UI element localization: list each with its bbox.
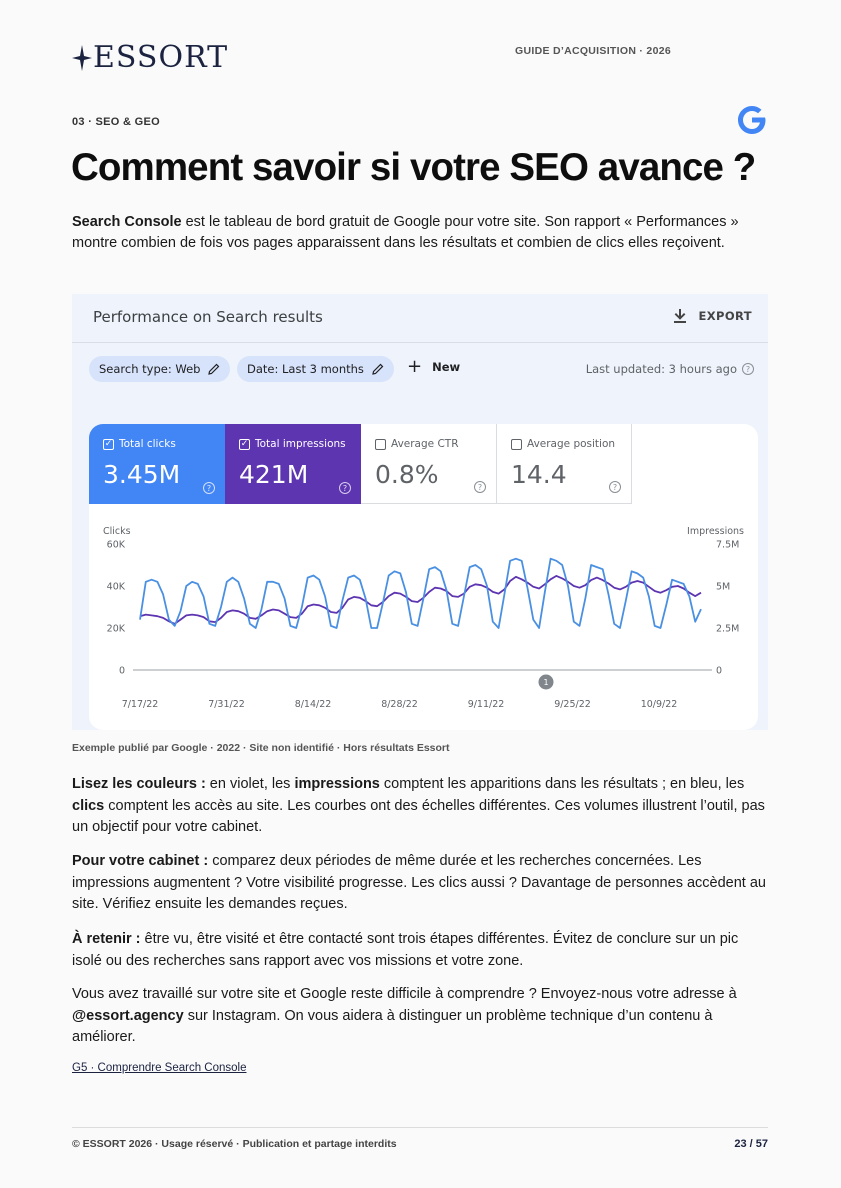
bold-text: clics <box>72 797 105 814</box>
help-icon[interactable]: ? <box>203 482 215 494</box>
metric-total-clicks[interactable]: ✓ Total clicks 3.45M ? <box>89 424 225 504</box>
body-text: comptent les apparitions dans les résult… <box>379 776 745 792</box>
body-text: être vu, être visité et être contacté so… <box>72 931 739 969</box>
right-tick-label: 0 <box>716 666 722 677</box>
help-icon[interactable]: ? <box>474 481 486 493</box>
bold-text: À retenir : <box>72 931 141 947</box>
last-updated: Last updated: 3 hours ago ? <box>586 362 754 376</box>
pencil-icon <box>208 363 220 375</box>
bold-text: Pour votre cabinet : <box>72 853 209 869</box>
intro-paragraph: Search Console est le tableau de bord gr… <box>72 212 772 254</box>
body-text: Vous avez travaillé sur votre site et Go… <box>72 986 737 1002</box>
gsc-title: Performance on Search results <box>93 308 323 326</box>
x-tick-label: 7/17/22 <box>122 699 159 710</box>
left-tick-label: 20K <box>107 624 126 635</box>
search-console-panel: Performance on Search results EXPORT Sea… <box>72 294 768 730</box>
clicks-series-line <box>139 557 702 629</box>
brand-logo: ESSORT <box>72 40 228 75</box>
metric-average-position[interactable]: Average position 14.4 ? <box>497 424 632 504</box>
right-tick-label: 2.5M <box>716 624 739 635</box>
left-axis-title: Clicks <box>103 526 131 537</box>
export-button[interactable]: EXPORT <box>672 308 752 324</box>
metric-label: Total clicks <box>119 438 176 450</box>
guide-link[interactable]: G5 · Comprendre Search Console <box>72 1062 247 1074</box>
left-tick-label: 60K <box>107 540 126 551</box>
paragraph-contact: Vous avez travaillé sur votre site et Go… <box>72 984 772 1049</box>
metric-value: 421M <box>239 460 309 489</box>
pencil-icon <box>372 363 384 375</box>
help-icon[interactable]: ? <box>339 482 351 494</box>
metric-label-row: Average position <box>511 438 615 450</box>
instagram-handle: @essort.agency <box>72 1007 184 1024</box>
body-text: comptent les accès au site. Les courbes … <box>72 797 765 836</box>
metric-total-impressions[interactable]: ✓ Total impressions 421M ? <box>225 424 361 504</box>
google-g-icon <box>738 106 766 134</box>
metric-value: 3.45M <box>103 460 181 489</box>
left-tick-label: 40K <box>107 582 126 593</box>
export-label: EXPORT <box>698 309 752 323</box>
figure-caption: Exemple publié par Google · 2022 · Site … <box>72 742 450 754</box>
right-axis-title: Impressions <box>687 526 744 537</box>
date-chip[interactable]: Date: Last 3 months <box>237 356 394 382</box>
metric-label-row: ✓ Total impressions <box>239 438 346 450</box>
right-tick-label: 5M <box>716 582 730 593</box>
intro-bold: Search Console <box>72 214 182 230</box>
guide-label: GUIDE D’ACQUISITION · 2026 <box>515 45 671 57</box>
left-tick-label: 0 <box>119 666 125 677</box>
x-tick-label: 9/11/22 <box>468 699 505 710</box>
search-type-chip[interactable]: Search type: Web <box>89 356 231 382</box>
right-tick-label: 7.5M <box>716 540 739 551</box>
paragraph-colors: Lisez les couleurs : en violet, les impr… <box>72 774 772 839</box>
x-tick-label: 9/25/22 <box>554 699 591 710</box>
metric-average-ctr[interactable]: Average CTR 0.8% ? <box>361 424 497 504</box>
checkbox-checked-icon: ✓ <box>103 438 114 450</box>
sparkle-icon <box>72 44 92 71</box>
bold-text: Lisez les couleurs : <box>72 776 206 792</box>
search-type-label: Search type: Web <box>99 362 201 376</box>
help-icon[interactable]: ? <box>609 481 621 493</box>
paragraph-cabinet: Pour votre cabinet : comparez deux pério… <box>72 851 772 916</box>
metric-label: Total impressions <box>255 438 346 450</box>
body-text: en violet, les <box>205 776 295 792</box>
metric-value: 0.8% <box>375 460 439 489</box>
page-title: Comment savoir si votre SEO avance ? <box>71 146 756 189</box>
section-label: 03 · SEO & GEO <box>72 116 160 128</box>
new-label: New <box>432 360 461 374</box>
checkbox-checked-icon: ✓ <box>239 438 250 450</box>
new-filter-button[interactable]: + New <box>407 358 460 376</box>
footer-divider <box>72 1127 768 1128</box>
x-tick-label: 8/14/22 <box>295 699 332 710</box>
paragraph-retenir: À retenir : être vu, être visité et être… <box>72 929 772 972</box>
x-tick-label: 7/31/22 <box>208 699 245 710</box>
metric-value: 14.4 <box>511 460 567 489</box>
brand-name: ESSORT <box>93 40 229 75</box>
help-icon[interactable]: ? <box>742 363 754 375</box>
x-tick-label: 8/28/22 <box>381 699 418 710</box>
page-number: 23 / 57 <box>734 1138 768 1150</box>
metric-label-row: Average CTR <box>375 438 459 450</box>
performance-card: Clicks Impressions 60K 7.5M 40K 5M 20K 2.5M 0 0 7/… <box>89 424 758 730</box>
checkbox-unchecked-icon <box>375 438 386 450</box>
impressions-series-line <box>139 574 702 625</box>
gsc-header: Performance on Search results EXPORT <box>72 294 768 343</box>
download-icon <box>674 309 687 323</box>
checkbox-unchecked-icon <box>511 438 522 450</box>
date-label: Date: Last 3 months <box>247 362 364 376</box>
metric-label: Average position <box>527 438 616 450</box>
plus-icon: + <box>407 356 423 377</box>
bold-text: impressions <box>294 776 380 792</box>
annotation-marker-label: 1 <box>543 678 548 687</box>
metric-label-row: ✓ Total clicks <box>103 438 176 450</box>
footer-copyright: © ESSORT 2026 · Usage réservé · Publicat… <box>72 1138 397 1150</box>
last-updated-text: Last updated: 3 hours ago <box>585 362 737 376</box>
x-tick-label: 10/9/22 <box>641 699 678 710</box>
metric-label: Average CTR <box>391 438 459 450</box>
